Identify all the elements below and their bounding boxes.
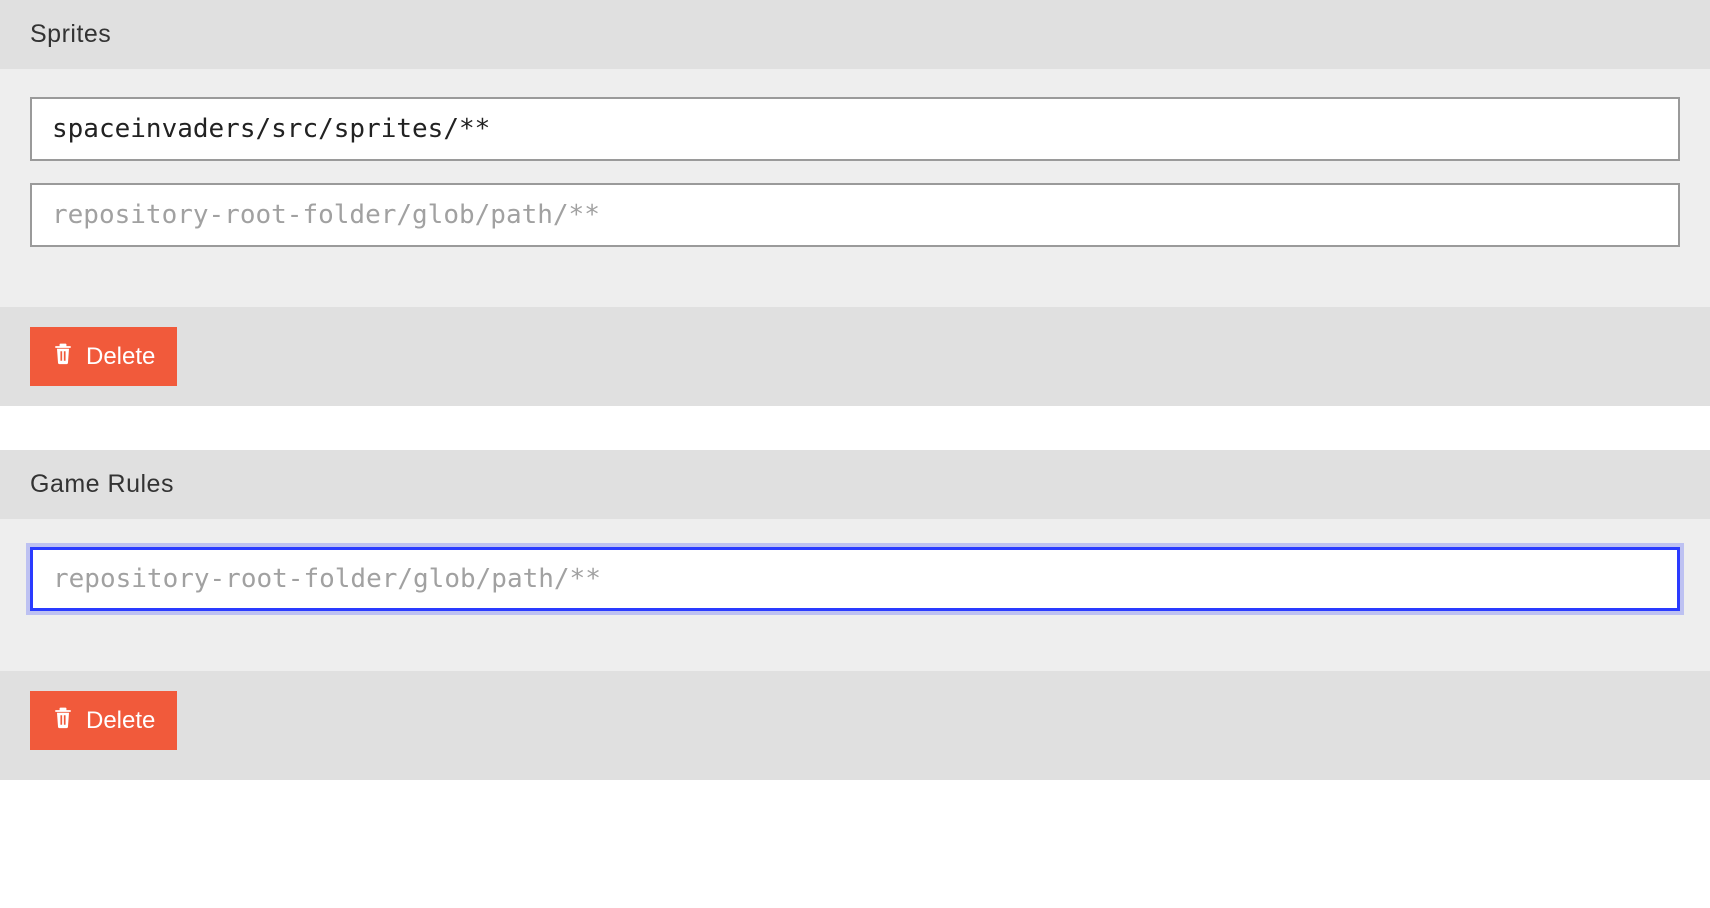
section-title: Game Rules <box>0 450 1710 519</box>
glob-path-input[interactable] <box>30 97 1680 161</box>
section-footer: Delete <box>0 671 1710 780</box>
trash-icon <box>52 705 74 736</box>
glob-path-input[interactable] <box>30 183 1680 247</box>
section-body <box>0 519 1710 671</box>
path-row <box>30 97 1680 161</box>
path-row <box>30 183 1680 247</box>
section-body <box>0 69 1710 307</box>
delete-button[interactable]: Delete <box>30 327 177 386</box>
trash-icon <box>52 341 74 372</box>
section-title: Sprites <box>0 0 1710 69</box>
delete-button[interactable]: Delete <box>30 691 177 750</box>
glob-path-input[interactable] <box>30 547 1680 611</box>
delete-button-label: Delete <box>86 707 155 735</box>
path-row <box>30 547 1680 611</box>
delete-button-label: Delete <box>86 343 155 371</box>
section-gap <box>0 406 1710 450</box>
section-sprites: Sprites Delete <box>0 0 1710 406</box>
section-footer: Delete <box>0 307 1710 406</box>
section-game-rules: Game Rules Delete <box>0 450 1710 780</box>
